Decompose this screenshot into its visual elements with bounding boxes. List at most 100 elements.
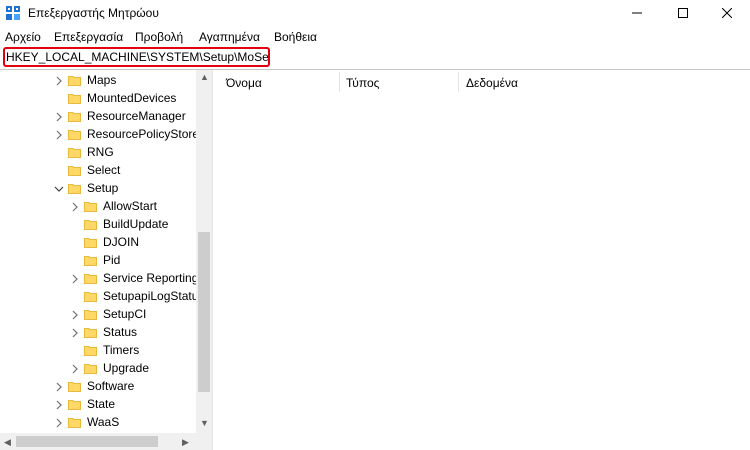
folder-icon <box>84 255 97 266</box>
tree-item-label: State <box>87 397 116 411</box>
folder-icon <box>68 399 81 410</box>
column-type[interactable]: Τύπος <box>346 76 379 90</box>
column-data[interactable]: Δεδομένα <box>466 76 518 90</box>
tree-item-setup[interactable]: Setup <box>54 179 118 197</box>
tree-item-label: SetupCI <box>103 307 147 321</box>
folder-icon <box>68 93 81 104</box>
chevron-right-icon[interactable] <box>70 327 80 338</box>
tree-item-label: Select <box>87 163 121 177</box>
tree-item-label: Software <box>87 379 135 393</box>
chevron-right-icon[interactable] <box>54 417 64 428</box>
tree-item-label: Upgrade <box>103 361 150 375</box>
close-icon <box>722 8 732 18</box>
pane-splitter[interactable] <box>212 70 219 450</box>
horizontal-scrollbar-thumb[interactable] <box>16 436 158 447</box>
tree-item-select[interactable]: Select <box>54 161 120 179</box>
chevron-right-icon[interactable] <box>54 399 64 410</box>
tree-item-resourcemanager[interactable]: ResourceManager <box>54 107 186 125</box>
folder-icon <box>68 129 81 140</box>
maximize-button[interactable] <box>660 0 706 26</box>
tree-item-pid[interactable]: Pid <box>70 251 120 269</box>
address-input[interactable]: HKEY_LOCAL_MACHINE\SYSTEM\Setup\MoSetup <box>3 47 270 67</box>
folder-icon <box>68 381 81 392</box>
tree-item-resourcepolicystore[interactable]: ResourcePolicyStore <box>54 125 199 143</box>
menu-edit[interactable]: Επεξεργασία <box>54 30 123 44</box>
folder-icon <box>68 111 81 122</box>
close-button[interactable] <box>704 0 750 26</box>
tree-item-label: Pid <box>103 253 121 267</box>
tree-item-label: MountedDevices <box>87 91 177 105</box>
chevron-right-icon[interactable] <box>54 129 64 140</box>
folder-icon <box>84 309 97 320</box>
tree-item-label: Setup <box>87 181 119 195</box>
window-title: Επεξεργαστής Μητρώου <box>28 6 159 20</box>
folder-icon <box>84 201 97 212</box>
chevron-right-icon[interactable] <box>54 381 64 392</box>
tree-item-state[interactable]: State <box>54 395 115 413</box>
scroll-right-icon[interactable]: ▶ <box>182 437 189 447</box>
tree-item-upgrade[interactable]: Upgrade <box>70 359 149 377</box>
tree-item-djoin[interactable]: DJOIN <box>70 233 139 251</box>
folder-icon <box>84 291 97 302</box>
menu-file[interactable]: Αρχείο <box>5 30 41 44</box>
tree-item-status[interactable]: Status <box>70 323 137 341</box>
tree-item-setupapilogstatus[interactable]: SetupapiLogStatus <box>70 287 204 305</box>
menu-bar: Αρχείο Επεξεργασία Προβολή Αγαπημένα Βοή… <box>0 28 750 46</box>
tree-item-label: Status <box>103 325 138 339</box>
scroll-up-icon[interactable]: ▲ <box>200 72 209 82</box>
menu-favorites[interactable]: Αγαπημένα <box>199 30 260 44</box>
column-divider[interactable] <box>339 72 340 92</box>
chevron-down-icon[interactable] <box>54 183 64 193</box>
chevron-right-icon[interactable] <box>70 363 80 374</box>
folder-icon <box>84 363 97 374</box>
scroll-left-icon[interactable]: ◀ <box>4 437 11 447</box>
tree-item-software[interactable]: Software <box>54 377 134 395</box>
tree-horizontal-scrollbar[interactable]: ◀ ▶ <box>0 433 212 450</box>
chevron-right-icon[interactable] <box>70 309 80 320</box>
chevron-right-icon[interactable] <box>54 75 64 86</box>
scroll-down-icon[interactable]: ▼ <box>200 418 209 428</box>
folder-icon <box>68 75 81 86</box>
tree-vertical-scrollbar[interactable]: ▲ ▼ <box>196 70 212 435</box>
tree-item-mounteddevices[interactable]: MountedDevices <box>54 89 176 107</box>
maximize-icon <box>678 8 688 18</box>
folder-icon <box>68 147 81 158</box>
menu-view[interactable]: Προβολή <box>135 30 183 44</box>
tree-item-rng[interactable]: RNG <box>54 143 114 161</box>
scrollbar-thumb[interactable] <box>198 232 210 392</box>
registry-editor-icon <box>6 6 20 20</box>
title-bar: Επεξεργαστής Μητρώου <box>0 0 750 28</box>
registry-tree[interactable]: Maps MountedDevices ResourceManager Resourc… <box>0 70 212 435</box>
tree-item-waas[interactable]: WaaS <box>54 413 119 431</box>
tree-item-timers[interactable]: Timers <box>70 341 139 359</box>
folder-icon <box>84 273 97 284</box>
tree-item-label: Service Reporting <box>103 271 199 285</box>
tree-item-setupci[interactable]: SetupCI <box>70 305 146 323</box>
folder-icon <box>84 237 97 248</box>
tree-item-label: ResourcePolicyStore <box>87 127 200 141</box>
menu-help[interactable]: Βοήθεια <box>274 30 317 44</box>
tree-item-maps[interactable]: Maps <box>54 71 116 89</box>
folder-icon <box>84 219 97 230</box>
tree-item-label: Timers <box>103 343 140 357</box>
address-bar: HKEY_LOCAL_MACHINE\SYSTEM\Setup\MoSetup <box>0 47 750 70</box>
tree-item-label: WaaS <box>87 415 120 429</box>
chevron-right-icon[interactable] <box>54 111 64 122</box>
chevron-right-icon[interactable] <box>70 273 80 284</box>
tree-item-service-reporting[interactable]: Service Reporting <box>70 269 198 287</box>
column-name[interactable]: Όνομα <box>226 76 262 90</box>
tree-item-label: SetupapiLogStatus <box>103 289 205 303</box>
chevron-right-icon[interactable] <box>70 201 80 212</box>
minimize-button[interactable] <box>614 0 660 26</box>
minimize-icon <box>632 12 642 14</box>
tree-item-buildupdate[interactable]: BuildUpdate <box>70 215 168 233</box>
folder-icon <box>68 183 81 194</box>
column-divider[interactable] <box>458 72 459 92</box>
tree-item-allowstart[interactable]: AllowStart <box>70 197 157 215</box>
